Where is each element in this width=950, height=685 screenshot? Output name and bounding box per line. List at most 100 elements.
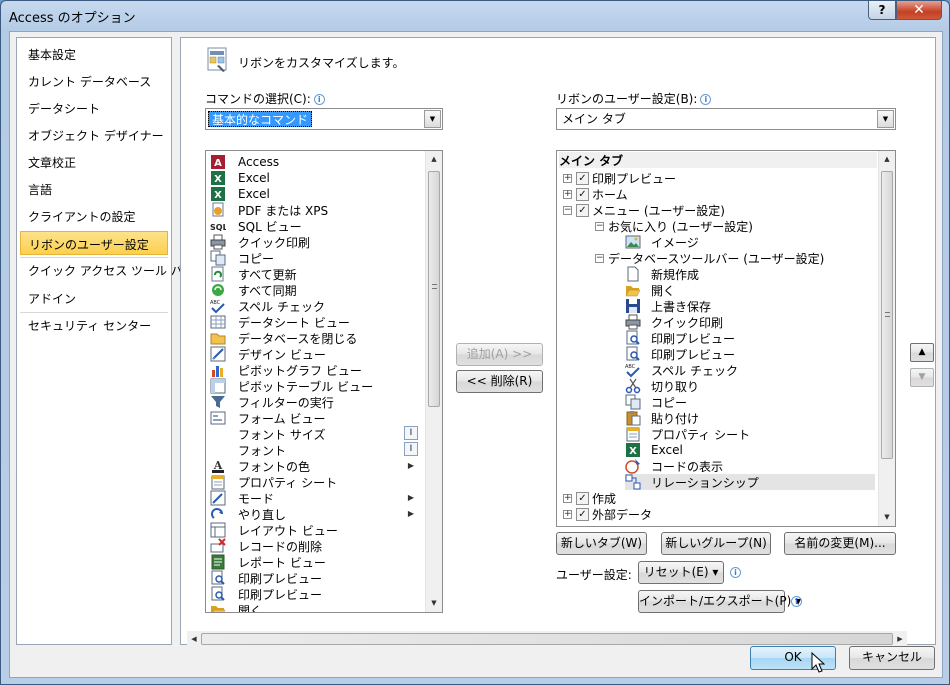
command-item[interactable]: 開く xyxy=(210,602,424,612)
command-item[interactable]: ピボットテーブル ビュー xyxy=(210,378,424,394)
command-item[interactable]: A フォントの色 ▶ xyxy=(210,458,424,474)
ribbon-tree-item[interactable]: 切り取り xyxy=(625,378,875,394)
choose-commands-dropdown[interactable]: 基本的なコマンド ▼ xyxy=(205,108,443,130)
ribbon-tree-item[interactable]: + ✓ 印刷プレビュー xyxy=(563,170,875,186)
ribbon-tree-item[interactable]: + ✓ 外部データ xyxy=(563,506,875,522)
chevron-down-icon[interactable]: ▼ xyxy=(424,110,441,128)
ribbon-tree-item[interactable]: − ✓ メニュー (ユーザー設定) xyxy=(563,202,875,218)
chevron-down-icon[interactable]: ▼ xyxy=(877,110,894,128)
new-tab-button[interactable]: 新しいタブ(W) xyxy=(556,532,647,555)
scroll-up-icon[interactable]: ▲ xyxy=(426,151,442,168)
ribbon-tree-item[interactable]: イメージ xyxy=(625,234,875,250)
ribbon-tree[interactable]: メイン タブ ▲ ▼ + ✓ 印刷プレビュー + ✓ ホーム − ✓ メニュー (ユーザー設定)… xyxy=(556,150,896,527)
command-item[interactable]: レコードの削除 xyxy=(210,538,424,554)
command-item[interactable]: 印刷プレビュー xyxy=(210,586,424,602)
nav-item[interactable]: クイック アクセス ツール バー xyxy=(20,258,195,282)
command-item[interactable]: X Excel xyxy=(210,170,424,186)
nav-item[interactable]: データシート xyxy=(20,96,168,120)
scroll-down-icon[interactable]: ▼ xyxy=(426,595,442,612)
collapse-icon[interactable]: − xyxy=(563,205,572,215)
command-item[interactable]: プロパティ シート xyxy=(210,474,424,490)
expand-icon[interactable]: + xyxy=(563,173,572,183)
move-down-button[interactable]: ▼ xyxy=(910,368,934,387)
ribbon-tree-item[interactable]: コピー xyxy=(625,394,875,410)
help-button[interactable]: ? xyxy=(868,1,896,20)
tab-checkbox[interactable]: ✓ xyxy=(576,187,589,201)
scroll-down-icon[interactable]: ▼ xyxy=(879,509,895,526)
command-item[interactable]: フォント サイズ I xyxy=(210,426,424,442)
ribbon-tree-item[interactable]: 新規作成 xyxy=(625,266,875,282)
ribbon-tree-item[interactable]: ABC スペル チェック xyxy=(625,362,875,378)
remove-button[interactable]: << 削除(R) xyxy=(456,370,543,393)
title-bar[interactable]: Access のオプション ? ✕ xyxy=(1,1,949,29)
ribbon-tree-item[interactable]: 上書き保存 xyxy=(625,298,875,314)
command-item[interactable]: コピー xyxy=(210,250,424,266)
command-item[interactable]: ABC スペル チェック xyxy=(210,298,424,314)
ribbon-tree-item[interactable]: コードの表示 xyxy=(625,458,875,474)
expand-icon[interactable]: + xyxy=(563,189,572,199)
scroll-thumb[interactable] xyxy=(881,171,893,459)
reset-button[interactable]: リセット(E) ▾ xyxy=(638,561,724,584)
command-item[interactable]: デザイン ビュー xyxy=(210,346,424,362)
collapse-icon[interactable]: − xyxy=(595,221,604,231)
command-item[interactable]: モード ▶ xyxy=(210,490,424,506)
command-item[interactable]: レポート ビュー xyxy=(210,554,424,570)
command-item[interactable]: A Access xyxy=(210,154,424,170)
command-item[interactable]: すべて同期 xyxy=(210,282,424,298)
tab-checkbox[interactable]: ✓ xyxy=(576,491,589,505)
nav-item[interactable]: 言語 xyxy=(20,177,168,201)
command-item[interactable]: SQL SQL ビュー xyxy=(210,218,424,234)
cancel-button[interactable]: キャンセル xyxy=(849,646,935,670)
tab-checkbox[interactable]: ✓ xyxy=(576,203,589,217)
command-item[interactable]: データベースを閉じる xyxy=(210,330,424,346)
expand-icon[interactable]: + xyxy=(563,509,572,519)
nav-item[interactable]: アドイン xyxy=(20,286,168,310)
scroll-thumb[interactable] xyxy=(428,171,440,407)
move-up-button[interactable]: ▲ xyxy=(910,343,934,362)
ribbon-tree-item[interactable]: リレーションシップ xyxy=(625,474,875,490)
nav-item[interactable]: セキュリティ センター xyxy=(20,313,168,337)
nav-item[interactable]: 文章校正 xyxy=(20,150,168,174)
ribbon-tree-item[interactable]: 開く xyxy=(625,282,875,298)
nav-item[interactable]: クライアントの設定 xyxy=(20,204,168,228)
ribbon-tree-item[interactable]: 印刷プレビュー xyxy=(625,346,875,362)
ribbon-tree-item[interactable]: 印刷プレビュー xyxy=(625,330,875,346)
ribbon-tabs-dropdown[interactable]: メイン タブ ▼ xyxy=(556,108,896,130)
command-item[interactable]: すべて更新 xyxy=(210,266,424,282)
command-item[interactable]: やり直し ▶ xyxy=(210,506,424,522)
command-item[interactable]: フォーム ビュー xyxy=(210,410,424,426)
command-item[interactable]: データシート ビュー xyxy=(210,314,424,330)
commands-scrollbar[interactable]: ▲ ▼ xyxy=(425,151,442,612)
add-button[interactable]: 追加(A) >> xyxy=(456,343,543,366)
command-item[interactable]: X Excel xyxy=(210,186,424,202)
command-item[interactable]: フィルターの実行 xyxy=(210,394,424,410)
tab-checkbox[interactable]: ✓ xyxy=(576,507,589,521)
ribbon-tree-item[interactable]: − データベースツールバー (ユーザー設定) xyxy=(595,250,875,266)
command-item[interactable]: PDF または XPS xyxy=(210,202,424,218)
nav-item[interactable]: オブジェクト デザイナー xyxy=(20,123,168,147)
command-item[interactable]: フォント I xyxy=(210,442,424,458)
nav-item[interactable]: リボンのユーザー設定 xyxy=(20,231,168,255)
close-button[interactable]: ✕ xyxy=(896,1,942,20)
command-item[interactable]: 印刷プレビュー xyxy=(210,570,424,586)
ribbon-tree-item[interactable]: 貼り付け xyxy=(625,410,875,426)
collapse-icon[interactable]: − xyxy=(595,253,604,263)
nav-item[interactable]: カレント データベース xyxy=(20,69,168,93)
ribbon-tree-item[interactable]: プロパティ シート xyxy=(625,426,875,442)
new-group-button[interactable]: 新しいグループ(N) xyxy=(661,532,771,555)
command-item[interactable]: レイアウト ビュー xyxy=(210,522,424,538)
ribbon-tree-item[interactable]: + ✓ ホーム xyxy=(563,186,875,202)
import-export-button[interactable]: インポート/エクスポート(P) ▾ xyxy=(638,590,801,613)
tab-checkbox[interactable]: ✓ xyxy=(576,171,589,185)
tree-scrollbar[interactable]: ▲ ▼ xyxy=(878,151,895,526)
command-item[interactable]: クイック印刷 xyxy=(210,234,424,250)
ribbon-tree-item[interactable]: − お気に入り (ユーザー設定) xyxy=(595,218,875,234)
expand-icon[interactable]: + xyxy=(563,493,572,503)
command-item[interactable]: ピボットグラフ ビュー xyxy=(210,362,424,378)
ribbon-tree-item[interactable]: クイック印刷 xyxy=(625,314,875,330)
nav-item[interactable]: 基本設定 xyxy=(20,42,168,66)
commands-list[interactable]: ▲ ▼ A Access X Excel X Excel PDF または XPS SQL SQL… xyxy=(205,150,443,613)
scroll-left-icon[interactable]: ◀ xyxy=(187,631,201,648)
rename-button[interactable]: 名前の変更(M)... xyxy=(784,532,896,555)
ribbon-tree-item[interactable]: X Excel xyxy=(625,442,875,458)
